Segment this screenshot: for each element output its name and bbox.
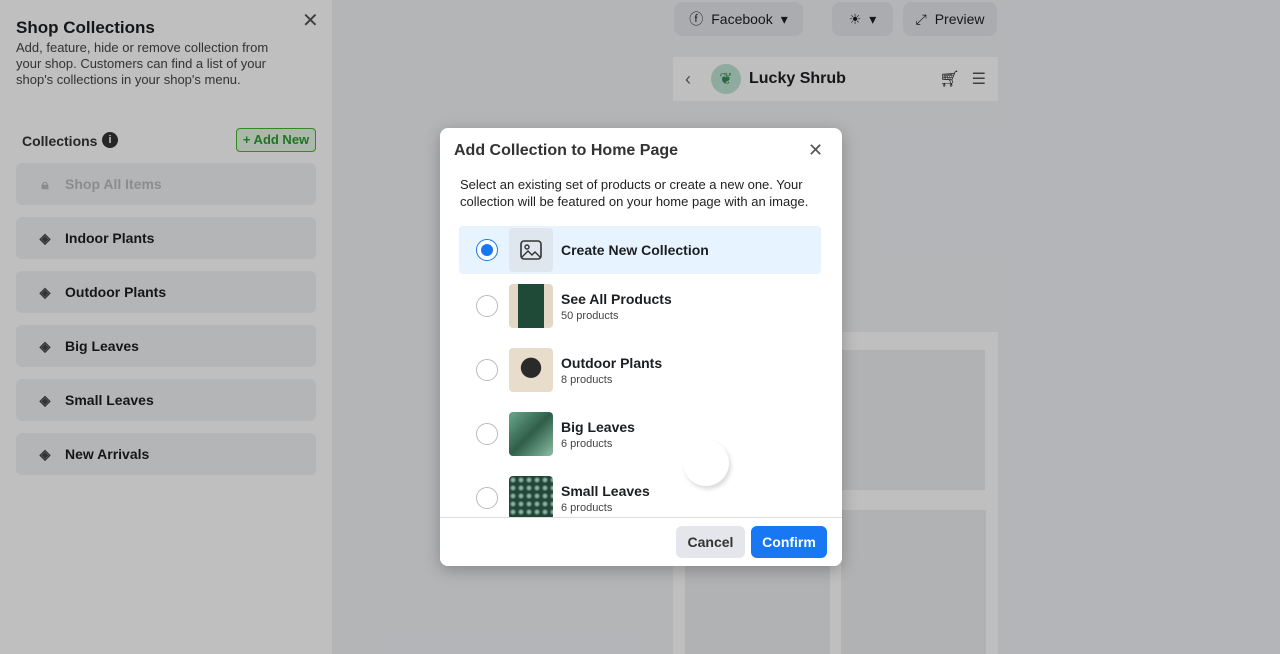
option-name: See All Products xyxy=(561,291,672,307)
collection-thumbnail xyxy=(509,284,553,328)
option-count: 6 products xyxy=(561,438,635,450)
option-row[interactable]: See All Products 50 products xyxy=(459,282,821,330)
close-icon[interactable]: ✕ xyxy=(808,140,823,161)
option-count: 50 products xyxy=(561,310,672,322)
radio-selected[interactable] xyxy=(476,239,498,261)
option-name: Small Leaves xyxy=(561,483,650,499)
confirm-button[interactable]: Confirm xyxy=(751,526,827,558)
option-name: Create New Collection xyxy=(561,242,709,258)
loading-spinner xyxy=(683,440,729,486)
option-row[interactable]: Big Leaves 6 products xyxy=(459,410,821,458)
option-row[interactable]: Small Leaves 6 products xyxy=(459,474,821,522)
radio-button[interactable] xyxy=(476,487,498,509)
option-name: Big Leaves xyxy=(561,419,635,435)
add-collection-dialog: Add Collection to Home Page ✕ Select an … xyxy=(440,128,842,566)
dialog-description: Select an existing set of products or cr… xyxy=(460,176,830,210)
dialog-footer: Cancel Confirm xyxy=(440,517,842,566)
option-row[interactable]: Outdoor Plants 8 products xyxy=(459,346,821,394)
cancel-button[interactable]: Cancel xyxy=(676,526,745,558)
option-name: Outdoor Plants xyxy=(561,355,662,371)
option-count: 6 products xyxy=(561,502,650,514)
image-icon xyxy=(509,228,553,272)
collection-thumbnail xyxy=(509,476,553,520)
dialog-title: Add Collection to Home Page xyxy=(454,142,678,160)
radio-button[interactable] xyxy=(476,295,498,317)
collection-thumbnail xyxy=(509,348,553,392)
option-count: 8 products xyxy=(561,374,662,386)
radio-button[interactable] xyxy=(476,423,498,445)
option-create-new[interactable]: Create New Collection xyxy=(459,226,821,274)
collection-thumbnail xyxy=(509,412,553,456)
radio-button[interactable] xyxy=(476,359,498,381)
